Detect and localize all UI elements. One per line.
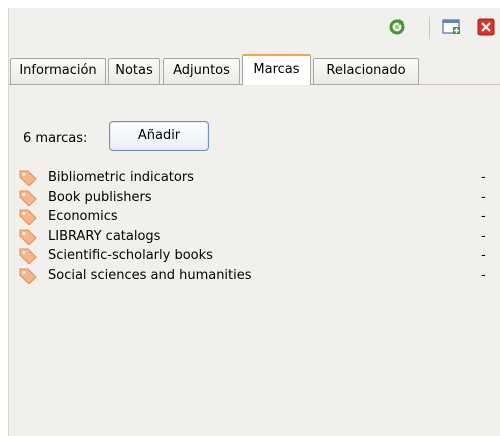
item-pane: Información Notas Adjuntos Marcas Relaci… [8, 8, 500, 436]
tag-icon [19, 248, 37, 265]
tag-row[interactable]: Social sciences and humanities - [9, 266, 500, 286]
tag-row[interactable]: Scientific-scholarly books - [9, 246, 500, 266]
tab-strip-border-right [419, 84, 500, 85]
tag-label[interactable]: Bibliometric indicators [48, 169, 194, 186]
remove-tag-button[interactable]: - [481, 189, 486, 206]
tab-adjuntos[interactable]: Adjuntos [163, 58, 240, 84]
remove-tag-button[interactable]: - [481, 247, 486, 264]
tag-label[interactable]: Social sciences and humanities [48, 267, 252, 284]
add-tag-button[interactable]: Añadir [109, 121, 209, 151]
remove-tag-button[interactable]: - [481, 208, 486, 225]
tag-icon [19, 209, 37, 226]
remove-tag-button[interactable]: - [481, 267, 486, 284]
tab-notas[interactable]: Notas [108, 58, 160, 84]
item-toolbar [9, 8, 500, 48]
tab-marcas[interactable]: Marcas [242, 54, 311, 85]
remove-tag-button[interactable]: - [481, 169, 486, 186]
tag-label[interactable]: Book publishers [48, 189, 152, 206]
tag-label[interactable]: Scientific-scholarly books [48, 247, 213, 264]
tag-list: Bibliometric indicators - Book publisher… [9, 168, 500, 285]
tab-strip-border [9, 84, 419, 85]
new-window-icon[interactable] [441, 16, 463, 38]
close-icon[interactable] [475, 16, 497, 38]
tag-row[interactable]: LIBRARY catalogs - [9, 227, 500, 247]
tag-count-label: 6 marcas: [23, 131, 88, 146]
tag-icon [19, 190, 37, 207]
tag-label[interactable]: LIBRARY catalogs [48, 228, 160, 245]
tag-row[interactable]: Bibliometric indicators - [9, 168, 500, 188]
toolbar-separator [429, 17, 430, 39]
tag-row[interactable]: Economics - [9, 207, 500, 227]
tag-icon [19, 268, 37, 285]
tag-row[interactable]: Book publishers - [9, 188, 500, 208]
tab-relacionado[interactable]: Relacionado [313, 58, 419, 84]
tag-label[interactable]: Economics [48, 208, 118, 225]
tag-icon [19, 229, 37, 246]
remove-tag-button[interactable]: - [481, 228, 486, 245]
tab-strip: Información Notas Adjuntos Marcas Relaci… [9, 52, 500, 85]
tab-informacion[interactable]: Información [10, 58, 106, 84]
sync-icon[interactable] [386, 16, 408, 38]
tag-icon [19, 170, 37, 187]
